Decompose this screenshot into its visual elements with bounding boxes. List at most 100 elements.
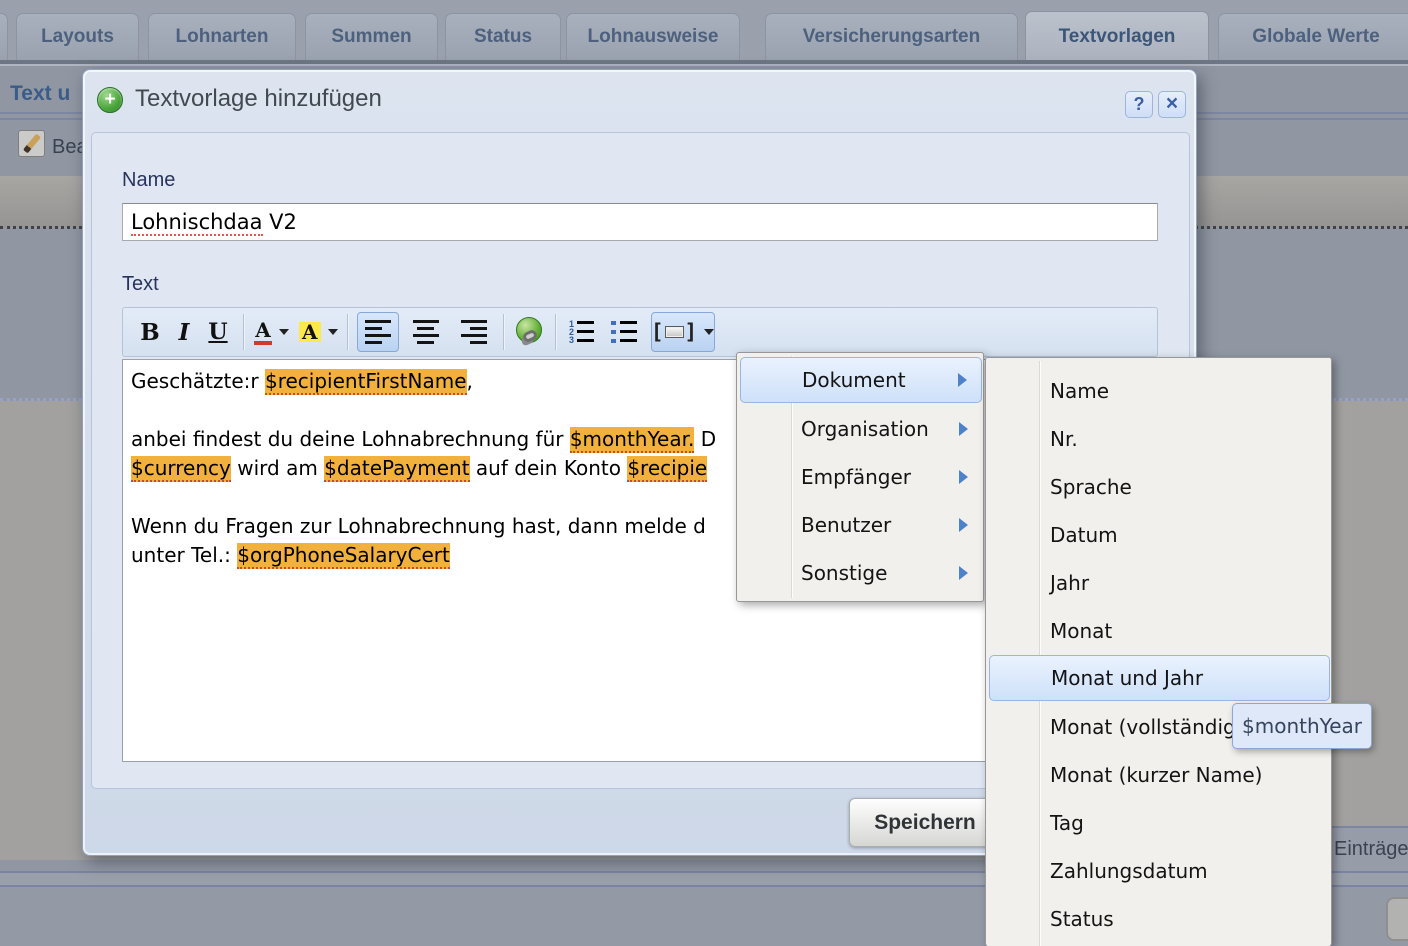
menu-item-label: Sonstige bbox=[801, 561, 887, 585]
submenu-item-name[interactable]: Name bbox=[989, 367, 1330, 415]
submenu-arrow-icon bbox=[959, 470, 968, 484]
submenu-item-nr[interactable]: Nr. bbox=[989, 415, 1330, 463]
placeholder-field-icon bbox=[651, 320, 697, 344]
chevron-down-icon bbox=[704, 329, 714, 335]
variable-token: $monthYear. bbox=[570, 427, 695, 453]
align-right-button[interactable] bbox=[453, 312, 495, 352]
editor-text: Wenn du Fragen zur Lohnabrechnung hast, … bbox=[131, 514, 706, 538]
submenu-item-datum[interactable]: Datum bbox=[989, 511, 1330, 559]
editor-text: wird am bbox=[231, 456, 324, 480]
bullet-list-icon bbox=[611, 321, 637, 344]
insert-link-button[interactable] bbox=[513, 312, 547, 352]
submenu-item-tag[interactable]: Tag bbox=[989, 799, 1330, 847]
highlight-color-icon: A bbox=[299, 322, 321, 342]
font-color-button[interactable]: A bbox=[253, 312, 290, 352]
tab-layouts[interactable]: Layouts bbox=[16, 13, 139, 63]
tab-versicherungsarten[interactable]: Versicherungsarten bbox=[765, 13, 1018, 63]
editor-text: unter Tel.: bbox=[131, 543, 237, 567]
align-right-icon bbox=[461, 318, 487, 346]
insert-placeholder-button[interactable] bbox=[651, 312, 715, 352]
tab-lohnarten[interactable]: Lohnarten bbox=[148, 13, 296, 63]
variable-tooltip: $monthYear bbox=[1232, 703, 1372, 749]
tab-status[interactable]: Status bbox=[445, 13, 561, 63]
menu-item-benutzer[interactable]: Benutzer bbox=[740, 501, 982, 549]
name-value-misspelled: Lohnischdaa bbox=[131, 210, 263, 236]
font-color-icon: A bbox=[254, 320, 272, 345]
toolbar-separator bbox=[503, 314, 505, 350]
submenu-arrow-icon bbox=[959, 566, 968, 580]
align-center-icon bbox=[413, 318, 439, 346]
dokument-submenu: Name Nr. Sprache Datum Jahr Monat Monat … bbox=[985, 357, 1332, 946]
chevron-down-icon bbox=[328, 329, 338, 335]
menu-item-label: Organisation bbox=[801, 417, 929, 441]
editor-text: D bbox=[694, 427, 716, 451]
ordered-list-icon bbox=[569, 320, 594, 344]
menu-item-label: Dokument bbox=[802, 368, 906, 392]
bullet-list-button[interactable] bbox=[607, 312, 641, 352]
background-corner-button bbox=[1386, 897, 1408, 941]
tabbar-border-light bbox=[0, 64, 1408, 66]
tab-summen[interactable]: Summen bbox=[305, 13, 438, 63]
submenu-item-monat-und-jahr[interactable]: Monat und Jahr bbox=[989, 655, 1330, 701]
name-input[interactable]: Lohnischdaa V2 bbox=[122, 203, 1158, 241]
editor-text: auf dein Konto bbox=[470, 456, 628, 480]
menu-item-empfaenger[interactable]: Empfänger bbox=[740, 453, 982, 501]
tab-partial-left[interactable] bbox=[0, 13, 8, 63]
save-button[interactable]: Speichern bbox=[849, 798, 1001, 847]
submenu-arrow-icon bbox=[959, 518, 968, 532]
entries-label: Einträge bbox=[1334, 838, 1408, 861]
name-value-suffix: V2 bbox=[263, 210, 297, 234]
add-plus-icon: + bbox=[97, 87, 123, 113]
name-field-label: Name bbox=[122, 169, 175, 192]
highlight-color-button[interactable]: A bbox=[298, 312, 339, 352]
editor-text: , bbox=[467, 369, 473, 393]
entries-status-box: Einträge bbox=[1328, 826, 1408, 875]
editor-text: anbei findest du deine Lohnabrechnung fü… bbox=[131, 427, 570, 451]
submenu-item-jahr[interactable]: Jahr bbox=[989, 559, 1330, 607]
italic-button[interactable]: I bbox=[167, 312, 201, 352]
toolbar-separator bbox=[555, 314, 557, 350]
ordered-list-button[interactable] bbox=[565, 312, 599, 352]
align-center-button[interactable] bbox=[405, 312, 447, 352]
edit-pencil-icon bbox=[18, 130, 45, 157]
tab-bar: Layouts Lohnarten Summen Status Lohnausw… bbox=[0, 0, 1408, 64]
submenu-item-monat-kurz[interactable]: Monat (kurzer Name) bbox=[989, 751, 1330, 799]
richtext-toolbar: B I U A A bbox=[122, 307, 1158, 357]
chevron-down-icon bbox=[279, 329, 289, 335]
menu-item-sonstige[interactable]: Sonstige bbox=[740, 549, 982, 597]
menu-item-dokument[interactable]: Dokument bbox=[740, 357, 982, 403]
menu-item-label: Benutzer bbox=[801, 513, 891, 537]
variable-token: $currency bbox=[131, 456, 231, 482]
text-field-label: Text bbox=[122, 273, 159, 296]
submenu-item-sprache[interactable]: Sprache bbox=[989, 463, 1330, 511]
submenu-arrow-icon bbox=[959, 422, 968, 436]
submenu-arrow-icon bbox=[958, 373, 967, 387]
placeholder-menu: Dokument Organisation Empfänger Benutzer… bbox=[736, 352, 984, 602]
bold-button[interactable]: B bbox=[133, 312, 167, 352]
variable-token: $datePayment bbox=[324, 456, 469, 482]
variable-token: $recipie bbox=[627, 456, 707, 482]
close-button[interactable]: × bbox=[1158, 91, 1186, 118]
submenu-item-zahlungsdatum[interactable]: Zahlungsdatum bbox=[989, 847, 1330, 895]
editor-text: Geschätzte:r bbox=[131, 369, 265, 393]
submenu-item-monat[interactable]: Monat bbox=[989, 607, 1330, 655]
align-left-icon bbox=[365, 318, 391, 346]
bold-icon: B bbox=[140, 319, 159, 346]
align-left-button[interactable] bbox=[357, 312, 399, 352]
toolbar-separator bbox=[347, 314, 349, 350]
menu-item-organisation[interactable]: Organisation bbox=[740, 405, 982, 453]
help-button[interactable]: ? bbox=[1125, 91, 1153, 118]
variable-token: $recipientFirstName bbox=[265, 369, 467, 395]
tab-globale-werte[interactable]: Globale Werte bbox=[1218, 13, 1408, 63]
underline-button[interactable]: U bbox=[201, 312, 235, 352]
toolbar-separator bbox=[243, 314, 245, 350]
menu-item-label: Empfänger bbox=[801, 465, 911, 489]
variable-token: $orgPhoneSalaryCert bbox=[237, 543, 450, 569]
dialog-title: Textvorlage hinzufügen bbox=[135, 85, 382, 113]
tab-lohnausweise[interactable]: Lohnausweise bbox=[566, 13, 740, 63]
italic-icon: I bbox=[179, 319, 190, 346]
underline-icon: U bbox=[208, 319, 227, 345]
submenu-item-status[interactable]: Status bbox=[989, 895, 1330, 943]
tab-textvorlagen[interactable]: Textvorlagen bbox=[1025, 11, 1209, 64]
background-panel-title: Text u bbox=[10, 82, 70, 106]
